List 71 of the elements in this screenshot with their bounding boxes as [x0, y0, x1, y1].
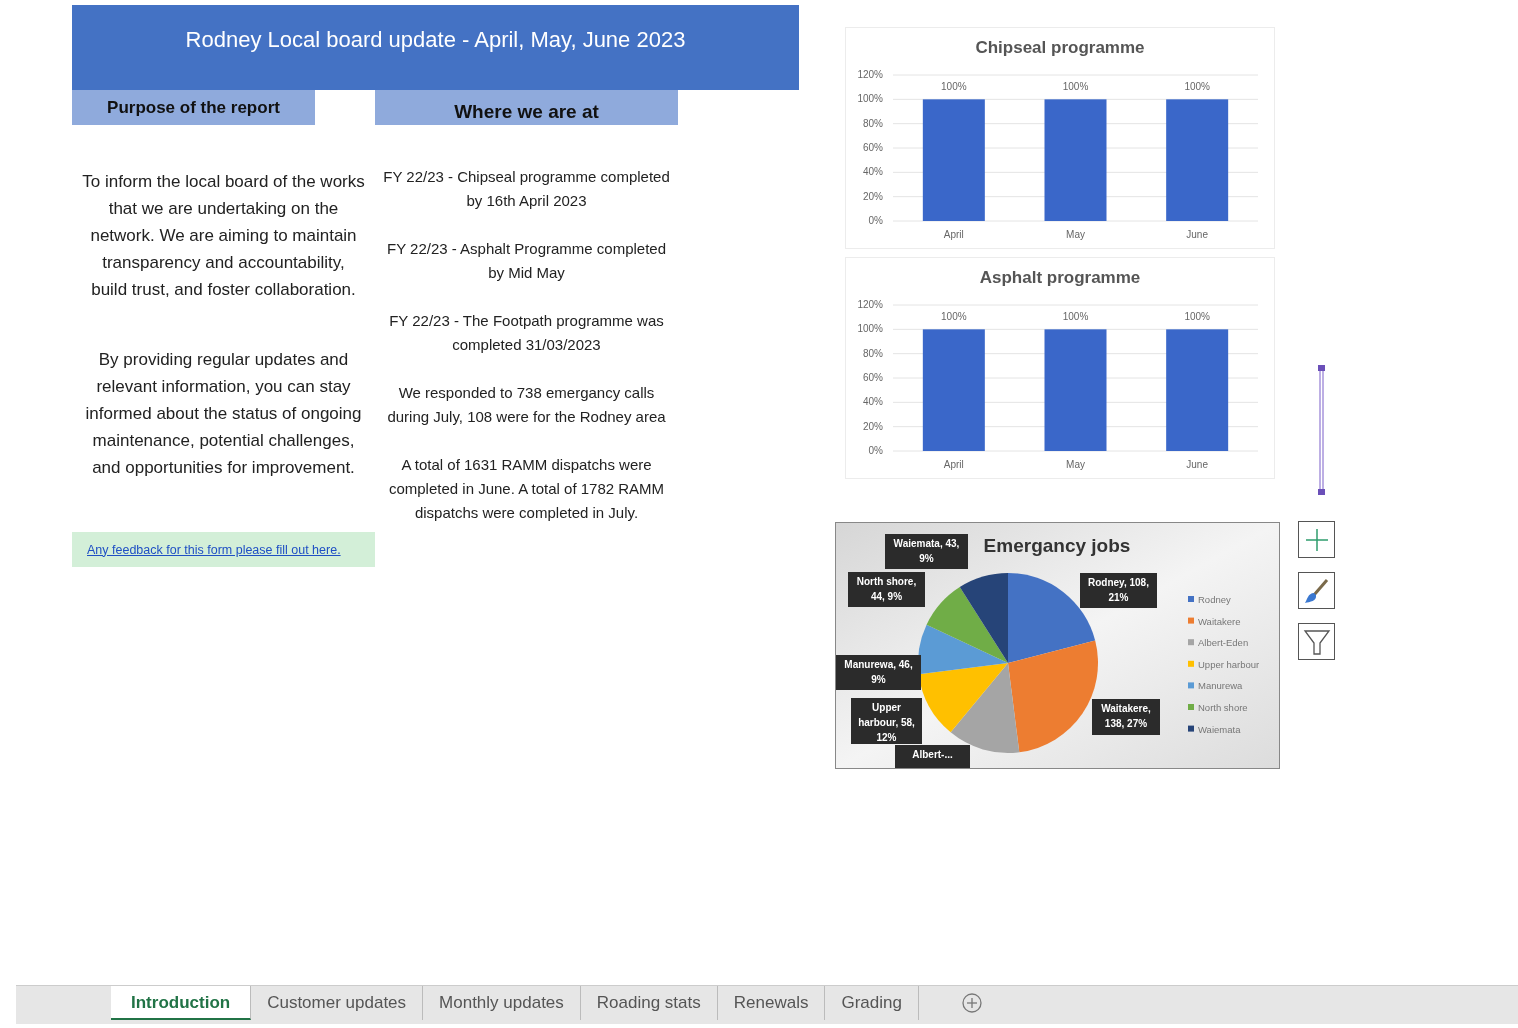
data-label: 100%: [1062, 81, 1089, 93]
data-label: Upper harbour, 58, 12%: [851, 698, 922, 744]
data-label: 100%: [941, 81, 967, 93]
axis-tick-label: 120%: [857, 299, 883, 310]
data-label: North shore, 44, 9%: [848, 572, 925, 607]
legend-item: Waitakere: [1188, 615, 1241, 627]
axis-tick-label: 60%: [863, 142, 883, 153]
legend-label: Waitakere: [1198, 615, 1241, 627]
paragraph: A total of 1631 RAMM dispatchs were completed in June. A total of 1782 RAMM dispatchs were completed in July.: [387, 455, 666, 523]
filter-icon[interactable]: [1298, 623, 1335, 660]
data-label: Waiemata, 43, 9%: [885, 534, 968, 569]
chart-title: Asphalt programme: [979, 268, 1141, 287]
axis-tick-label: 20%: [863, 190, 883, 202]
add-chart-element-icon[interactable]: [1298, 521, 1335, 558]
category-label: May: [1066, 459, 1085, 470]
chart-title: Emergancy jobs: [983, 535, 1131, 556]
resize-handle[interactable]: [1316, 365, 1328, 495]
axis-tick-label: 100%: [857, 93, 883, 105]
section-heading: Purpose of the report: [72, 90, 315, 125]
paragraph: FY 22/23 - Asphalt Programme completed by Mid May: [386, 239, 667, 283]
data-label: 100%: [941, 311, 967, 323]
report-header: Rodney Local board update - April, May, June 2023: [72, 5, 799, 90]
category-label: April: [943, 229, 964, 240]
legend-label: Manurewa: [1198, 680, 1244, 692]
data-label: 100%: [1184, 81, 1210, 93]
category-label: June: [1186, 459, 1208, 470]
category-label: April: [943, 459, 964, 470]
chart-title: Chipseal programme: [975, 38, 1145, 57]
axis-tick-label: 20%: [863, 420, 883, 432]
legend-item: Manurewa: [1188, 680, 1243, 692]
legend-label: Waiemata: [1198, 723, 1242, 735]
add-sheet-icon[interactable]: [960, 992, 983, 1014]
sheet-tab[interactable]: Introduction: [111, 986, 252, 1020]
legend-label: Rodney: [1198, 594, 1231, 605]
sheet-tab[interactable]: Customer updates: [251, 986, 424, 1020]
data-label: 100%: [1184, 311, 1210, 323]
legend-item: Waiemata: [1188, 723, 1241, 735]
legend-item: Rodney: [1188, 594, 1231, 605]
sheet-tab[interactable]: Roading stats: [580, 986, 718, 1020]
axis-tick-label: 40%: [863, 396, 883, 408]
paragraph: By providing regular updates and relevant information, you can stay informed about the status of ongoing maintenance, potential challenges, and opportunities for improvement.: [84, 349, 363, 479]
category-label: June: [1186, 229, 1208, 240]
paragraph: FY 22/23 - Chipseal programme completed by 16th April 2023: [383, 167, 670, 211]
axis-tick-label: 0%: [868, 215, 883, 226]
axis-tick-label: 80%: [863, 117, 883, 129]
axis-tick-label: 0%: [868, 445, 883, 456]
axis-tick-label: 100%: [857, 323, 883, 335]
sheet-tab[interactable]: Monthly updates: [423, 986, 581, 1020]
paragraph: To inform the local board of the works that we are undertaking on the network. We are aiming to maintain transparency and accountability, build trust, and foster collaboration.: [81, 171, 366, 301]
section-heading: Where we are at: [375, 90, 678, 125]
legend-label: Albert-Eden: [1198, 637, 1249, 649]
sheet-tab[interactable]: Grading: [825, 986, 919, 1020]
axis-tick-label: 80%: [863, 347, 883, 359]
axis-tick-label: 60%: [863, 372, 883, 383]
paragraph: We responded to 738 emergancy calls during July, 108 were for the Rodney area: [386, 383, 667, 427]
data-label: Manurewa, 46, 9%: [836, 655, 921, 690]
brush-icon[interactable]: [1298, 572, 1335, 609]
category-label: May: [1066, 229, 1085, 240]
paragraph: FY 22/23 - The Footpath programme was completed 31/03/2023: [388, 311, 665, 355]
feedback-link[interactable]: Any feedback for this form please fill out here.: [87, 542, 341, 557]
sheet-tab[interactable]: Renewals: [717, 986, 826, 1020]
data-label: Albert-...: [895, 745, 970, 768]
data-label: Rodney, 108, 21%: [1080, 573, 1157, 608]
axis-tick-label: 120%: [857, 69, 883, 80]
legend-item: Albert-Eden: [1188, 637, 1249, 649]
legend-item: Upper harbour: [1188, 658, 1260, 670]
legend-label: North shore: [1198, 702, 1248, 713]
data-label: Waitakere, 138, 27%: [1092, 699, 1160, 735]
legend-item: North shore: [1188, 702, 1248, 713]
data-label: 100%: [1062, 311, 1089, 323]
axis-tick-label: 40%: [863, 166, 883, 178]
